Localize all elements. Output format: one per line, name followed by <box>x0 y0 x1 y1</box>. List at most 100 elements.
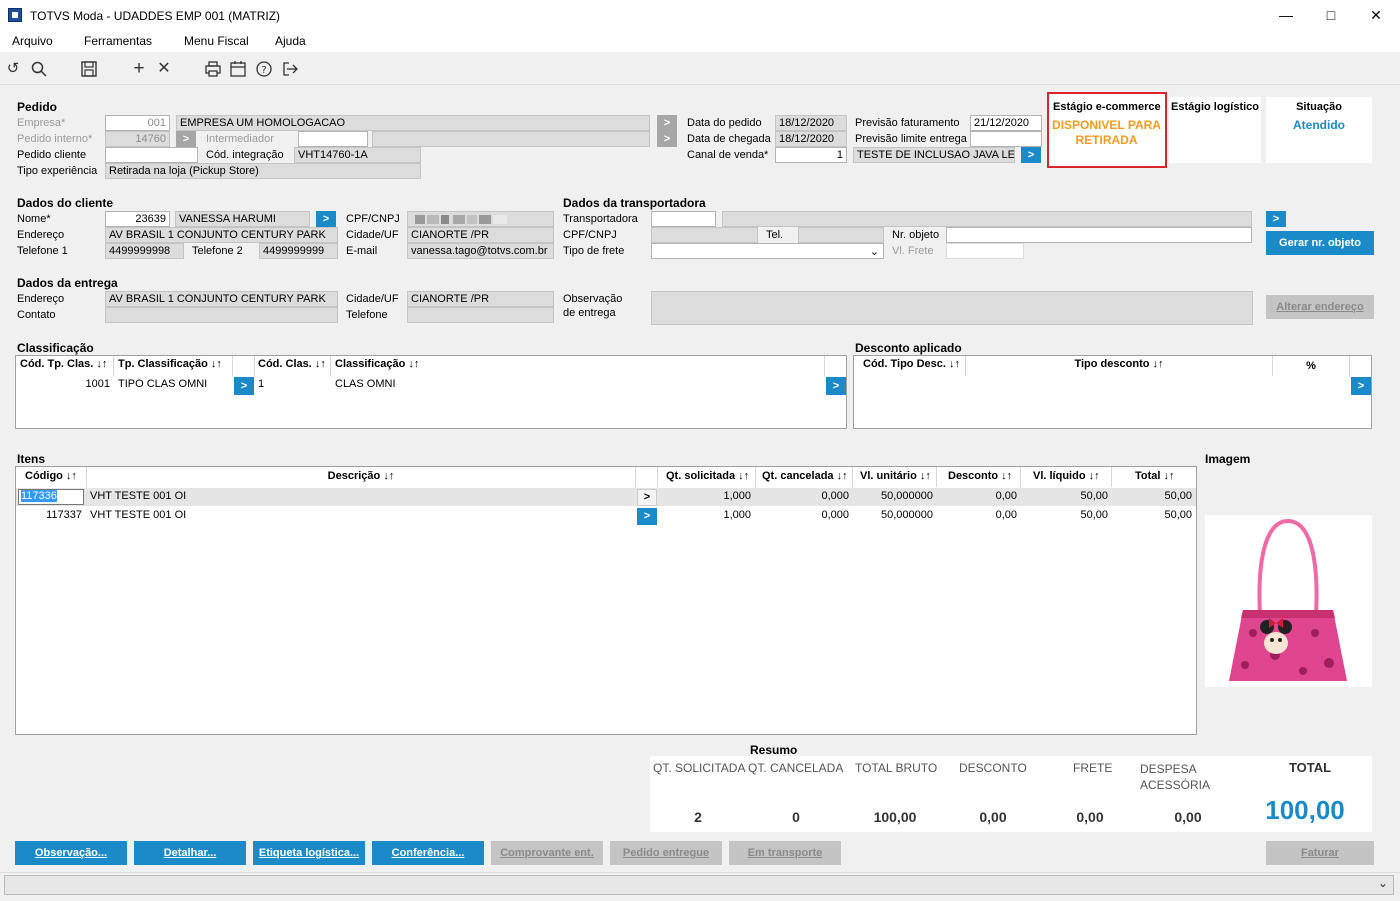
itens-header-qt-cancelada[interactable]: Qt. cancelada ↓↑ <box>762 470 848 482</box>
obs-entrega-label-1: Observação <box>563 293 623 305</box>
itens-header-codigo[interactable]: Código ↓↑ <box>25 470 77 482</box>
intermediador-lookup-button[interactable]: > <box>657 131 677 147</box>
print-icon[interactable] <box>204 60 222 78</box>
minimize-icon[interactable]: — <box>1276 5 1296 25</box>
intermediador-code-input[interactable] <box>298 131 368 147</box>
search-icon[interactable] <box>30 60 48 78</box>
itens-header-qt-solicitada[interactable]: Qt. solicitada ↓↑ <box>666 470 749 482</box>
conferencia-button[interactable]: Conferência... <box>372 841 484 865</box>
desconto-lookup-button[interactable]: > <box>1351 377 1371 395</box>
classificacao-header-cod[interactable]: Cód. Clas. ↓↑ <box>258 358 326 370</box>
resumo-total-bruto-value: 100,00 <box>873 809 917 825</box>
column-divider <box>254 356 255 376</box>
window-title: TOTVS Moda - UDADDES EMP 001 (MATRIZ) <box>30 9 281 23</box>
cliente-nome-field: VANESSA HARUMI <box>175 211 310 227</box>
previsao-limite-label: Previsão limite entrega <box>855 133 967 145</box>
previsao-limite-input[interactable] <box>970 131 1042 147</box>
detalhar-button[interactable]: Detalhar... <box>134 841 246 865</box>
canal-venda-label: Canal de venda* <box>687 149 769 161</box>
classificacao-header-tp[interactable]: Tp. Classificação ↓↑ <box>118 358 222 370</box>
menu-fiscal[interactable]: Menu Fiscal <box>184 34 249 48</box>
classificacao-tp-lookup-button[interactable]: > <box>234 377 254 395</box>
tipo-experiencia-label: Tipo experiência <box>17 165 98 177</box>
canal-venda-lookup-button[interactable]: > <box>1021 147 1041 163</box>
transportadora-code-input[interactable] <box>651 211 716 227</box>
cpf-label: CPF/CNPJ <box>346 213 400 225</box>
item-detail-button[interactable]: > <box>637 508 657 525</box>
desconto-header-tipo[interactable]: Tipo desconto ↓↑ <box>966 358 1272 370</box>
exit-icon[interactable] <box>281 60 299 78</box>
itens-header-desconto[interactable]: Desconto ↓↑ <box>948 470 1012 482</box>
delete-icon[interactable]: ✕ <box>155 60 173 78</box>
itens-header-vl-unitario[interactable]: Vl. unitário ↓↑ <box>860 470 931 482</box>
alterar-endereco-button[interactable]: Alterar endereço <box>1266 295 1374 319</box>
cod-integracao-field: VHT14760-1A <box>294 147 421 163</box>
chevron-down-icon[interactable]: ⌄ <box>1378 876 1388 890</box>
cliente-endereco-label: Endereço <box>17 229 65 241</box>
svg-text:?: ? <box>261 65 266 76</box>
status-combo[interactable] <box>4 875 1394 895</box>
menu-arquivo[interactable]: Arquivo <box>12 34 53 48</box>
tipo-experiencia-field: Retirada na loja (Pickup Store) <box>105 163 421 179</box>
classificacao-header-clas[interactable]: Classificação ↓↑ <box>335 358 419 370</box>
item-qt-solicitada-cell: 1,000 <box>723 509 751 521</box>
intermediador-name-field <box>372 131 650 147</box>
em-transporte-button[interactable]: Em transporte <box>729 841 841 865</box>
comprovante-button[interactable]: Comprovante ent. <box>491 841 603 865</box>
save-icon[interactable] <box>80 60 98 78</box>
item-descricao-cell: VHT TESTE 001 OI <box>90 509 187 521</box>
menu-ajuda[interactable]: Ajuda <box>275 34 306 48</box>
maximize-icon[interactable]: □ <box>1321 5 1341 25</box>
add-icon[interactable]: + <box>130 59 148 78</box>
cliente-lookup-button[interactable]: > <box>316 211 336 227</box>
pedido-interno-input[interactable]: 14760 <box>105 131 170 147</box>
itens-header-vl-liquido[interactable]: Vl. líquido ↓↑ <box>1033 470 1100 482</box>
undo-icon[interactable]: ↺ <box>4 60 22 78</box>
itens-header-descricao[interactable]: Descrição ↓↑ <box>87 470 635 482</box>
column-divider <box>1020 467 1021 487</box>
cliente-code-input[interactable]: 23639 <box>105 211 170 227</box>
pedido-entregue-button[interactable]: Pedido entregue <box>610 841 722 865</box>
nr-objeto-input[interactable] <box>946 227 1252 243</box>
previsao-faturamento-input[interactable]: 21/12/2020 <box>970 115 1042 131</box>
observacao-button[interactable]: Observação... <box>15 841 127 865</box>
empresa-label: Empresa* <box>17 117 66 129</box>
item-total-cell: 50,00 <box>1164 509 1192 521</box>
faturar-button[interactable]: Faturar <box>1266 841 1374 865</box>
calendar-icon[interactable] <box>229 60 247 78</box>
desconto-header-percent[interactable]: % <box>1273 360 1349 372</box>
transportadora-lookup-button[interactable]: > <box>1266 211 1286 227</box>
transportadora-name-field <box>722 211 1252 227</box>
column-divider <box>755 467 756 487</box>
etiqueta-logistica-button[interactable]: Etiqueta logística... <box>253 841 365 865</box>
tipo-frete-select[interactable]: ⌄ <box>651 243 884 259</box>
empresa-lookup-button[interactable]: > <box>657 115 677 131</box>
pedido-interno-button[interactable]: > <box>176 131 196 147</box>
data-pedido-label: Data do pedido <box>687 117 762 129</box>
item-codigo-cell[interactable]: 117336 <box>18 489 84 505</box>
classificacao-lookup-button[interactable]: > <box>826 377 846 395</box>
table-row[interactable] <box>16 507 1196 525</box>
resumo-desconto-label: DESCONTO <box>959 761 1027 775</box>
vl-frete-input[interactable] <box>946 243 1024 259</box>
table-row[interactable] <box>16 488 1196 506</box>
gerar-objeto-button[interactable]: Gerar nr. objeto <box>1266 231 1374 255</box>
close-icon[interactable]: ✕ <box>1366 5 1386 25</box>
item-detail-button[interactable]: > <box>637 489 657 506</box>
help-icon[interactable]: ? <box>255 60 273 78</box>
transp-cpf-label: CPF/CNPJ <box>563 229 617 241</box>
pedido-cliente-input[interactable] <box>105 147 198 163</box>
empresa-code-input[interactable]: 001 <box>105 115 170 131</box>
itens-header-total[interactable]: Total ↓↑ <box>1135 470 1175 482</box>
canal-venda-code-input[interactable]: 1 <box>775 147 847 163</box>
classificacao-header-cod-tp[interactable]: Cód. Tp. Clas. ↓↑ <box>20 358 107 370</box>
telefone2-field: 4499999999 <box>259 243 338 259</box>
item-total-cell: 50,00 <box>1164 490 1192 502</box>
item-qt-cancelada-cell: 0,000 <box>821 509 849 521</box>
column-divider <box>232 356 233 376</box>
data-pedido-field: 18/12/2020 <box>775 115 847 131</box>
desconto-header-cod[interactable]: Cód. Tipo Desc. ↓↑ <box>863 358 960 370</box>
resumo-frete-label: FRETE <box>1073 761 1113 775</box>
classificacao-cell-clas: CLAS OMNI <box>335 378 396 390</box>
menu-ferramentas[interactable]: Ferramentas <box>84 34 152 48</box>
